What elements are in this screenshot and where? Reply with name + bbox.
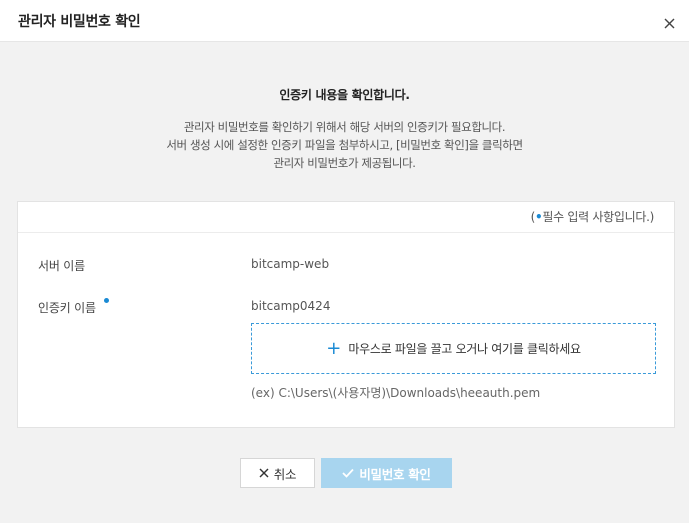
auth-key-label: 인증키 이름	[38, 301, 96, 315]
path-hint: (ex) C:\Users\(사용자명)\Downloads\heeauth.p…	[251, 386, 541, 400]
plus-icon: +	[326, 337, 342, 359]
dialog-header: 관리자 비밀번호 확인	[0, 0, 689, 42]
notice-line: 서버 생성 시에 설정한 인증키 파일을 첨부하시고, [비밀번호 확인]을 클…	[166, 138, 523, 152]
server-name-value: bitcamp-web	[251, 257, 330, 271]
confirm-password-button[interactable]: 비밀번호 확인	[321, 458, 452, 488]
notice-line: 관리자 비밀번호가 제공됩니다.	[273, 156, 416, 170]
cancel-button[interactable]: 취소	[240, 458, 315, 488]
dialog-title: 관리자 비밀번호 확인	[18, 14, 141, 30]
notice-description: 관리자 비밀번호를 확인하기 위해서 해당 서버의 인증키가 필요합니다. 서버…	[0, 118, 689, 172]
close-icon	[259, 468, 269, 478]
notice-line: 관리자 비밀번호를 확인하기 위해서 해당 서버의 인증키가 필요합니다.	[183, 120, 506, 134]
close-button[interactable]	[658, 12, 680, 34]
password-confirm-dialog: 관리자 비밀번호 확인 인증키 내용을 확인합니다. 관리자 비밀번호를 확인하…	[0, 0, 689, 523]
close-icon	[664, 18, 674, 28]
server-name-label: 서버 이름	[38, 259, 85, 273]
confirm-label: 비밀번호 확인	[359, 466, 431, 482]
dropzone-text: 마우스로 파일을 끌고 오거나 여기를 클릭하세요	[348, 342, 581, 356]
required-note: (•필수 입력 사항입니다.)	[530, 210, 655, 224]
file-dropzone[interactable]: + 마우스로 파일을 끌고 오거나 여기를 클릭하세요	[251, 323, 656, 374]
auth-key-value: bitcamp0424	[251, 299, 331, 313]
divider	[18, 232, 674, 233]
notice-title: 인증키 내용을 확인합니다.	[279, 88, 410, 102]
check-icon	[342, 468, 355, 478]
form-card: (•필수 입력 사항입니다.) 서버 이름 bitcamp-web 인증키 이름…	[17, 201, 675, 428]
required-dot-icon	[104, 298, 109, 303]
cancel-label: 취소	[273, 466, 297, 482]
